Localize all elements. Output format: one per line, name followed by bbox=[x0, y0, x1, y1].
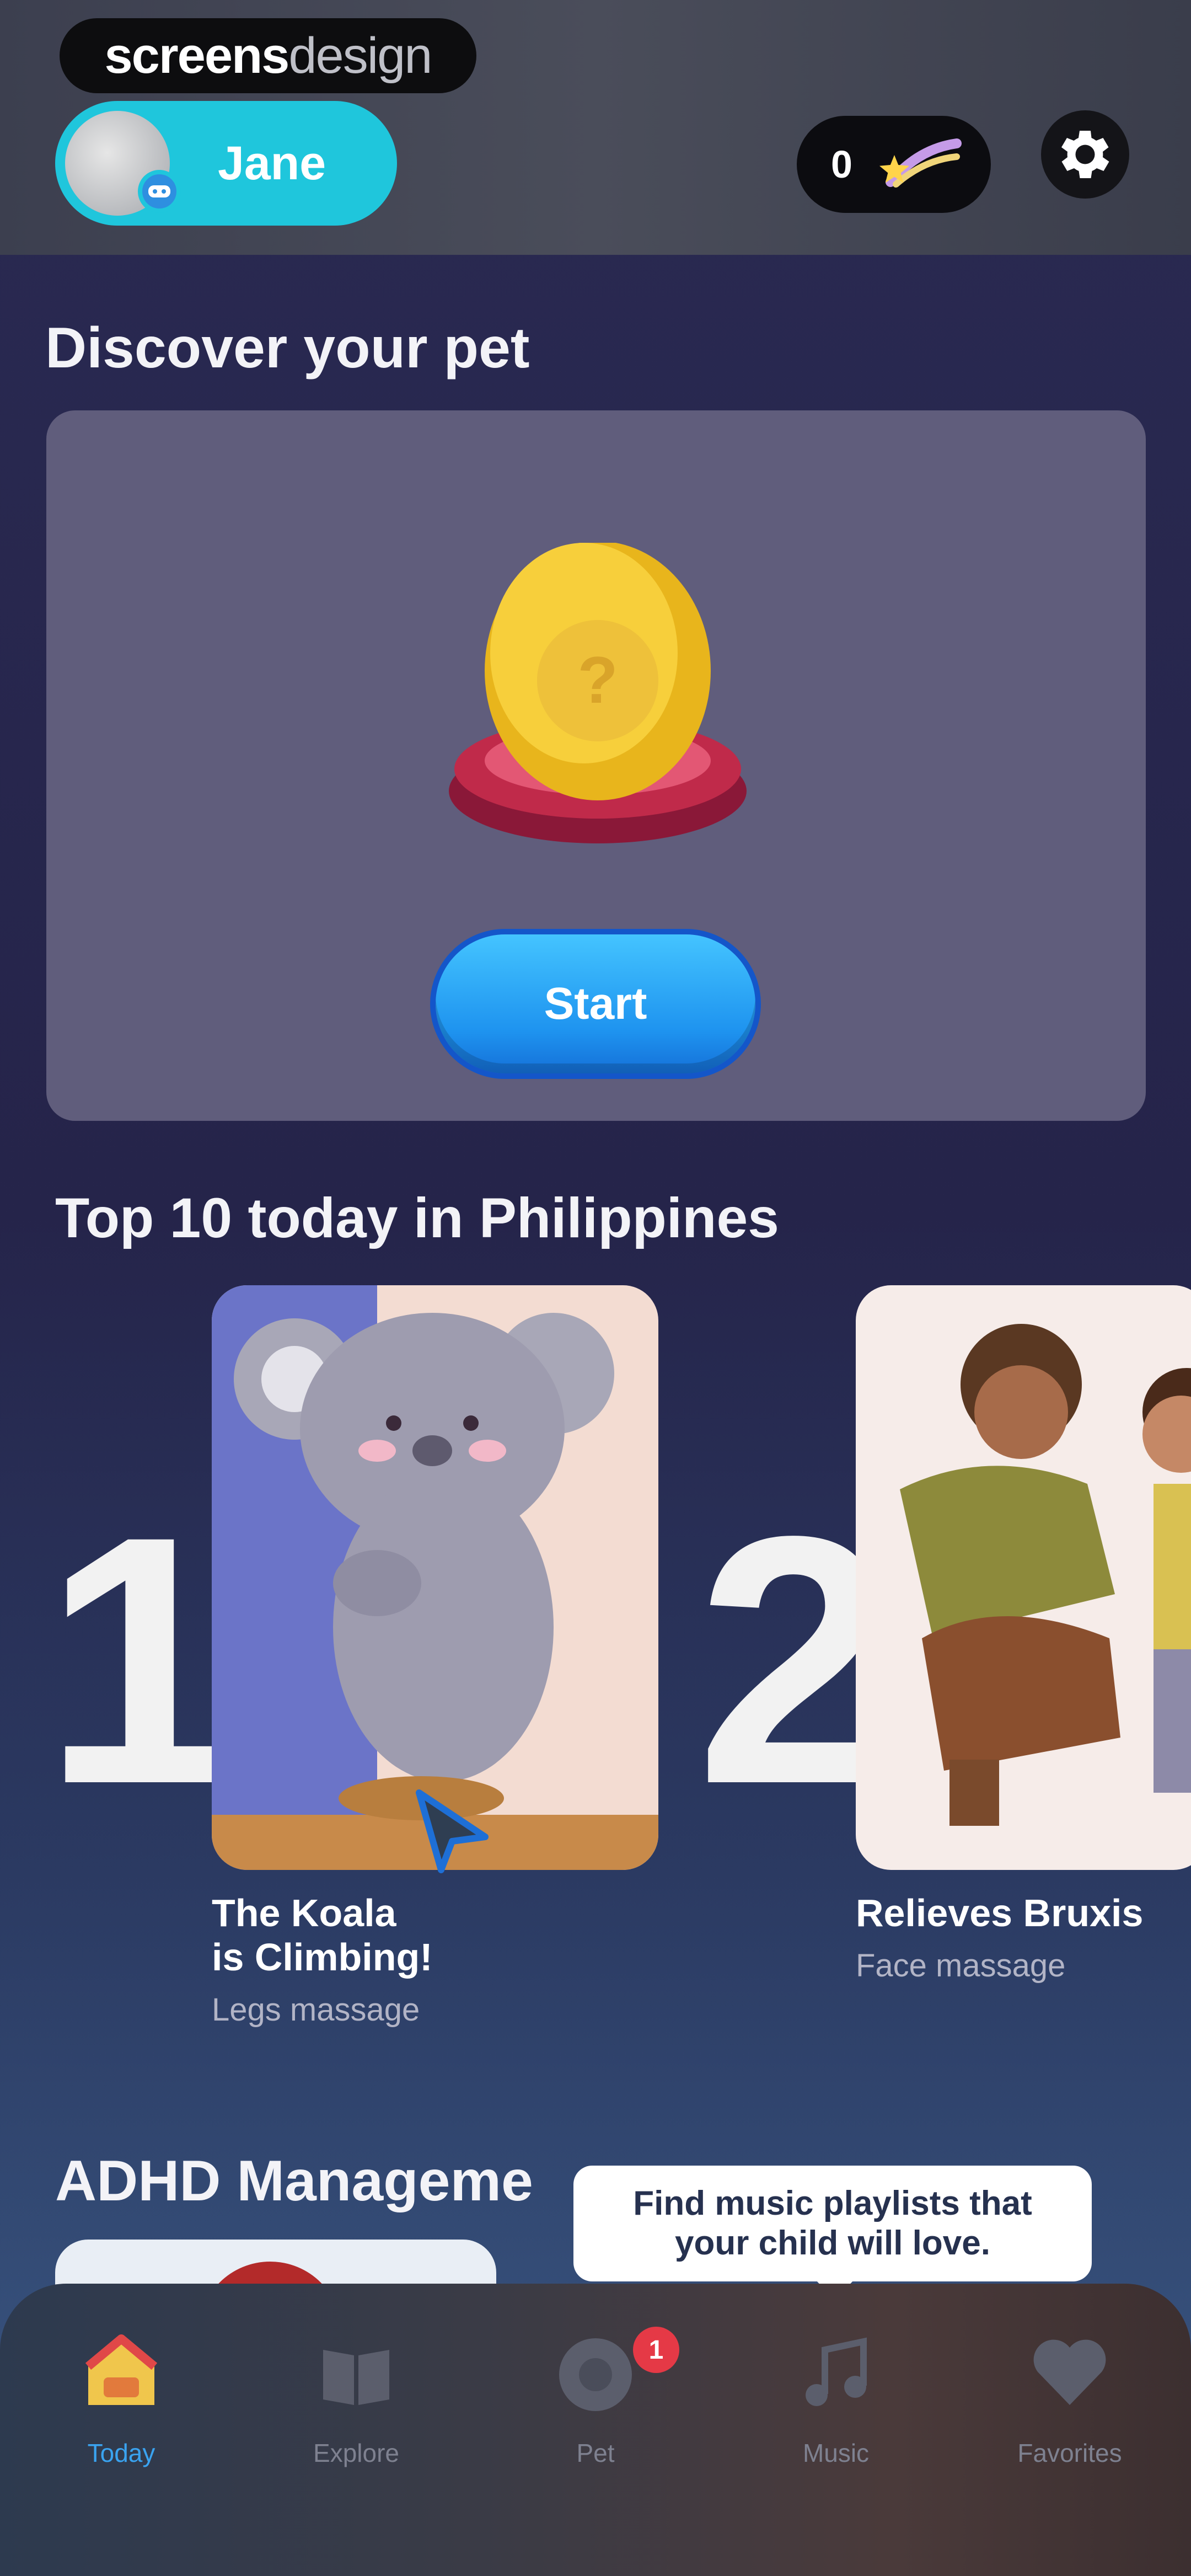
egg-icon: ? bbox=[449, 543, 747, 843]
card-title-line1: Relieves Bruxis bbox=[856, 1891, 1144, 1934]
home-icon bbox=[85, 2334, 158, 2405]
tab-label: Music bbox=[802, 2439, 870, 2467]
bottom-tab-bar: Today Explore Pet Music Favorites bbox=[0, 2284, 1191, 2576]
rank-number: 1 bbox=[43, 1463, 239, 1857]
top10-title: Top 10 today in Philippines bbox=[55, 1187, 779, 1249]
music-note-icon bbox=[806, 2337, 867, 2406]
watermark-part-1: screens bbox=[104, 27, 290, 84]
tab-today[interactable]: Today bbox=[39, 2328, 204, 2526]
egg-question-mark: ? bbox=[577, 643, 618, 717]
discover-title: Discover your pet bbox=[45, 316, 530, 380]
discover-pet-card: ? Start bbox=[46, 410, 1146, 1121]
adhd-title: ADHD Manageme bbox=[55, 2149, 533, 2213]
tab-label: Explore bbox=[313, 2439, 399, 2467]
profile-button[interactable]: Jane bbox=[55, 101, 397, 226]
app-root: screensdesign Jane 0 Discover your pet bbox=[0, 0, 1191, 2576]
parent-child-illustration bbox=[900, 1324, 1191, 1826]
book-icon bbox=[323, 2350, 389, 2405]
card-subtitle: Legs massage bbox=[212, 1992, 420, 2028]
bruxism-card[interactable] bbox=[856, 1285, 1191, 1870]
tab-music[interactable]: Music bbox=[753, 2328, 919, 2526]
coin-count: 0 bbox=[831, 143, 852, 186]
start-button[interactable]: Start bbox=[430, 929, 761, 1079]
watermark-part-2: design bbox=[288, 27, 432, 84]
card-title-line1: The Koala bbox=[212, 1891, 396, 1934]
comet-icon bbox=[879, 138, 962, 188]
card-title-line2: is Climbing! bbox=[212, 1936, 433, 1979]
card-subtitle: Face massage bbox=[856, 1948, 1066, 1984]
pet-notification-badge: 1 bbox=[633, 2327, 679, 2373]
settings-button[interactable] bbox=[1041, 110, 1129, 199]
screensdesign-watermark: screens design bbox=[60, 18, 476, 93]
gear-icon bbox=[1061, 131, 1109, 178]
tab-favorites[interactable]: Favorites bbox=[987, 2328, 1152, 2526]
top-bar: screens design Jane 0 bbox=[0, 0, 1191, 255]
heart-icon bbox=[1033, 2339, 1106, 2405]
koala-illustration bbox=[212, 1285, 658, 1870]
pet-icon bbox=[559, 2338, 632, 2411]
tab-label: Today bbox=[87, 2439, 155, 2467]
profile-name: Jane bbox=[218, 137, 326, 190]
cursor-icon bbox=[416, 1789, 489, 1873]
tab-explore[interactable]: Explore bbox=[273, 2328, 439, 2526]
music-tooltip: Find music playlists that your child wil… bbox=[573, 2166, 1092, 2300]
koala-card[interactable] bbox=[212, 1285, 658, 1870]
tab-label: Favorites bbox=[1017, 2439, 1122, 2467]
tab-label: Pet bbox=[576, 2439, 615, 2467]
coins-counter[interactable]: 0 bbox=[797, 116, 991, 213]
controller-icon bbox=[138, 170, 181, 213]
